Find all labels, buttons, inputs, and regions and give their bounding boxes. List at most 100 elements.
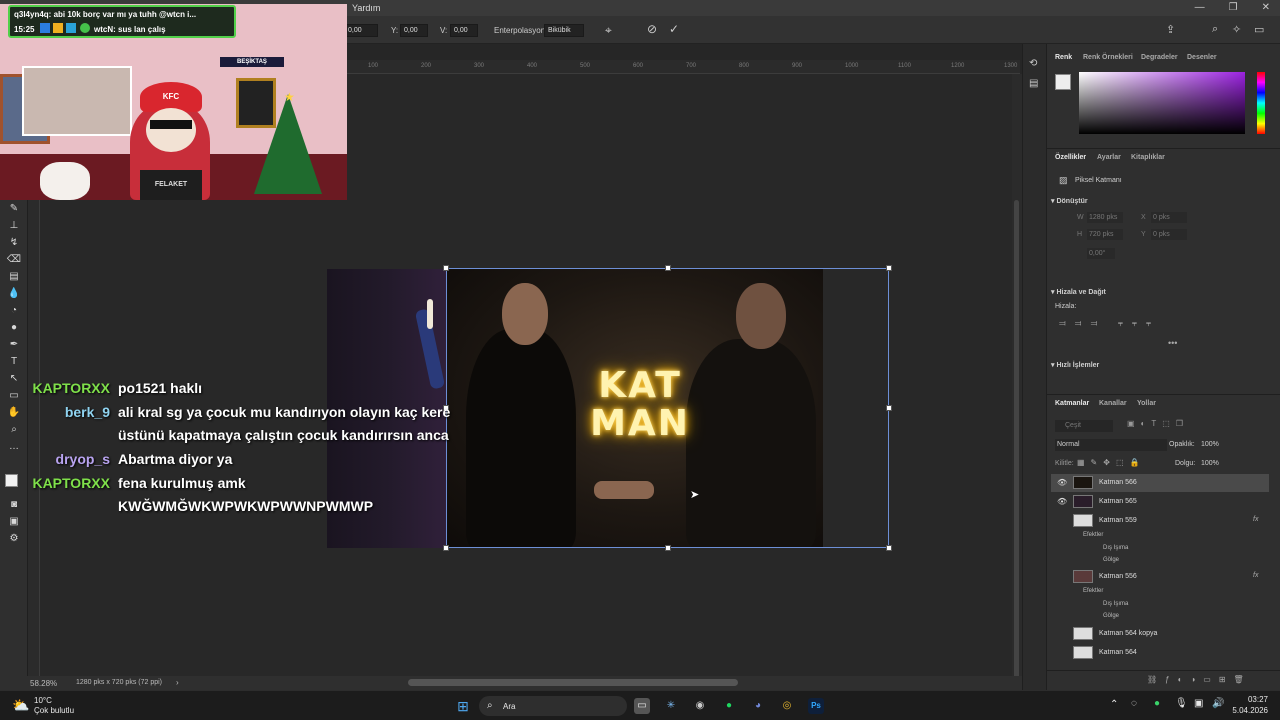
cancel-transform-icon[interactable]: ⊘ bbox=[647, 22, 657, 36]
tab-libraries[interactable]: Kitaplıklar bbox=[1131, 154, 1165, 161]
gradient-tool-icon[interactable]: ▤ bbox=[6, 270, 22, 284]
v-input[interactable]: 0,00 bbox=[450, 24, 478, 37]
effect-outer-glow[interactable]: Dış Işıma bbox=[1103, 601, 1128, 607]
zoom-tool-icon[interactable]: ⌕ bbox=[6, 423, 22, 437]
align-buttons-icon[interactable]: ⫤⫤⫤ ⫧⫧⫧ bbox=[1059, 318, 1160, 329]
handle-tc[interactable] bbox=[665, 265, 671, 271]
layer-row[interactable]: Katman 564 bbox=[1051, 644, 1269, 662]
menu-help[interactable]: Yardım bbox=[352, 3, 380, 13]
pen-tool-icon[interactable]: ✒ bbox=[6, 338, 22, 352]
tab-patterns[interactable]: Desenler bbox=[1187, 54, 1217, 61]
minimize-icon[interactable]: — bbox=[1195, 2, 1205, 13]
app-icon[interactable]: ✳ bbox=[663, 698, 679, 714]
network-icon[interactable]: ▣ bbox=[1194, 698, 1203, 709]
handle-tl[interactable] bbox=[443, 265, 449, 271]
spotify-icon[interactable]: ● bbox=[721, 698, 737, 714]
edit-toolbar-icon[interactable]: ⚙ bbox=[6, 532, 22, 546]
zoom-level[interactable]: 58.28% bbox=[30, 679, 57, 688]
tray-chevron-icon[interactable]: ⌃ bbox=[1110, 699, 1118, 710]
handle-br[interactable] bbox=[886, 545, 892, 551]
transform-bounding-box[interactable] bbox=[443, 265, 892, 551]
tab-color[interactable]: Renk bbox=[1055, 54, 1072, 61]
clock-date[interactable]: 5.04.2026 bbox=[1220, 706, 1268, 715]
layer-row-selected[interactable]: 👁 Katman 566 bbox=[1051, 474, 1269, 492]
fx-icon[interactable]: fx bbox=[1253, 516, 1258, 523]
interpolation-select[interactable]: Bikübik bbox=[544, 24, 584, 37]
handle-mr[interactable] bbox=[886, 405, 892, 411]
horizontal-scroll-thumb[interactable] bbox=[408, 679, 738, 686]
effect-outer-glow[interactable]: Dış Işıma bbox=[1103, 545, 1128, 551]
layer-row[interactable]: 👁 Katman 565 bbox=[1051, 493, 1269, 511]
brush-tool-icon[interactable]: ✎ bbox=[6, 202, 22, 216]
search-icon[interactable]: ⌕ bbox=[1212, 23, 1218, 36]
weather-temp[interactable]: 10°C bbox=[34, 696, 52, 705]
share-icon[interactable]: ⇪ bbox=[1166, 23, 1175, 36]
tab-gradients[interactable]: Degradeler bbox=[1141, 54, 1178, 61]
tray-status-icon[interactable]: ● bbox=[1154, 698, 1160, 709]
blend-mode-select[interactable]: Normal bbox=[1055, 439, 1167, 451]
tab-swatches[interactable]: Renk Örnekleri bbox=[1083, 54, 1133, 61]
microphone-icon[interactable]: 🎙 bbox=[1175, 698, 1188, 709]
fg-swatch[interactable] bbox=[1055, 74, 1071, 90]
warp-icon[interactable]: ⌖ bbox=[605, 23, 612, 38]
opacity-value[interactable]: 100% bbox=[1201, 441, 1219, 448]
layer-row[interactable]: Katman 559 fx bbox=[1051, 512, 1269, 530]
layer-filter-input[interactable]: Çeşit bbox=[1055, 420, 1113, 432]
screen-mode-icon[interactable]: ▣ bbox=[6, 515, 22, 529]
option-x-prefix[interactable]: 0,00 bbox=[344, 24, 378, 37]
sponge-tool-icon[interactable]: ● bbox=[6, 321, 22, 335]
color-picker-field[interactable] bbox=[1079, 72, 1245, 134]
y-input[interactable]: 0,00 bbox=[400, 24, 428, 37]
fx-icon[interactable]: fx bbox=[1253, 572, 1258, 579]
tab-channels[interactable]: Kanallar bbox=[1099, 400, 1127, 407]
clock-time[interactable]: 03:27 bbox=[1232, 695, 1268, 704]
weather-desc[interactable]: Çok bulutlu bbox=[34, 706, 74, 715]
blur-tool-icon[interactable]: 💧 bbox=[6, 287, 22, 301]
status-arrow-icon[interactable]: › bbox=[176, 678, 179, 687]
search-box[interactable]: ⌕ Ara bbox=[479, 696, 627, 716]
handle-tr[interactable] bbox=[886, 265, 892, 271]
start-icon[interactable]: ⊞ bbox=[455, 698, 471, 714]
discord-icon[interactable]: ◕ bbox=[750, 698, 766, 714]
comments-panel-icon[interactable]: ▤ bbox=[1029, 78, 1038, 89]
tab-paths[interactable]: Yollar bbox=[1137, 400, 1156, 407]
github-icon[interactable]: ◉ bbox=[692, 698, 708, 714]
y-input-props[interactable]: 0 pks bbox=[1151, 229, 1187, 240]
align-section[interactable]: ▾ Hizala ve Dağıt bbox=[1051, 288, 1267, 296]
lock-icons[interactable]: ▦✎✥⬚🔒 bbox=[1077, 458, 1145, 467]
hue-slider[interactable] bbox=[1257, 72, 1265, 134]
tab-properties[interactable]: Özellikler bbox=[1055, 154, 1086, 161]
transform-section[interactable]: ▾ Dönüştür bbox=[1051, 197, 1267, 205]
handle-bc[interactable] bbox=[665, 545, 671, 551]
eraser-tool-icon[interactable]: ⌫ bbox=[6, 253, 22, 267]
commit-transform-icon[interactable]: ✓ bbox=[669, 22, 679, 36]
tray-app-icon[interactable]: ◌ bbox=[1131, 698, 1137, 709]
layer-actions-icons[interactable]: ⛓ƒ◐◑▭⊞🗑 bbox=[1147, 675, 1252, 684]
tab-adjustments[interactable]: Ayarlar bbox=[1097, 154, 1121, 161]
x-input[interactable]: 0 pks bbox=[1151, 212, 1187, 223]
workspace-icon[interactable]: ▭ bbox=[1254, 23, 1264, 36]
tab-layers[interactable]: Katmanlar bbox=[1055, 400, 1089, 407]
discover-icon[interactable]: ✧ bbox=[1232, 23, 1241, 36]
layer-filter-icons[interactable]: ▣◐T⬚❒ bbox=[1127, 419, 1189, 428]
history-brush-icon[interactable]: ↯ bbox=[6, 236, 22, 250]
weather-icon[interactable]: ⛅ bbox=[12, 697, 29, 714]
angle-input[interactable]: 0,00° bbox=[1087, 248, 1115, 259]
stamp-tool-icon[interactable]: ⊥ bbox=[6, 219, 22, 233]
quick-actions-section[interactable]: ▾ Hızlı İşlemler bbox=[1051, 361, 1267, 369]
handle-bl[interactable] bbox=[443, 545, 449, 551]
photoshop-icon[interactable]: Ps bbox=[808, 698, 824, 714]
close-icon[interactable]: ✕ bbox=[1262, 2, 1270, 13]
dodge-tool-icon[interactable]: ◔ bbox=[6, 304, 22, 318]
w-input[interactable]: 1280 pks bbox=[1087, 212, 1123, 223]
more-options-icon[interactable]: ••• bbox=[1168, 338, 1177, 348]
quick-mask-icon[interactable]: ◙ bbox=[6, 498, 22, 512]
h-input[interactable]: 720 pks bbox=[1087, 229, 1123, 240]
history-panel-icon[interactable]: ⟲ bbox=[1029, 58, 1037, 69]
vertical-scroll-thumb[interactable] bbox=[1014, 200, 1019, 680]
chrome-icon[interactable]: ◎ bbox=[779, 698, 795, 714]
task-view-icon[interactable]: ▭ bbox=[634, 698, 650, 714]
eye-icon[interactable]: 👁 bbox=[1057, 497, 1067, 506]
layer-row[interactable]: Katman 556 fx bbox=[1051, 568, 1269, 586]
fill-value[interactable]: 100% bbox=[1201, 460, 1219, 467]
